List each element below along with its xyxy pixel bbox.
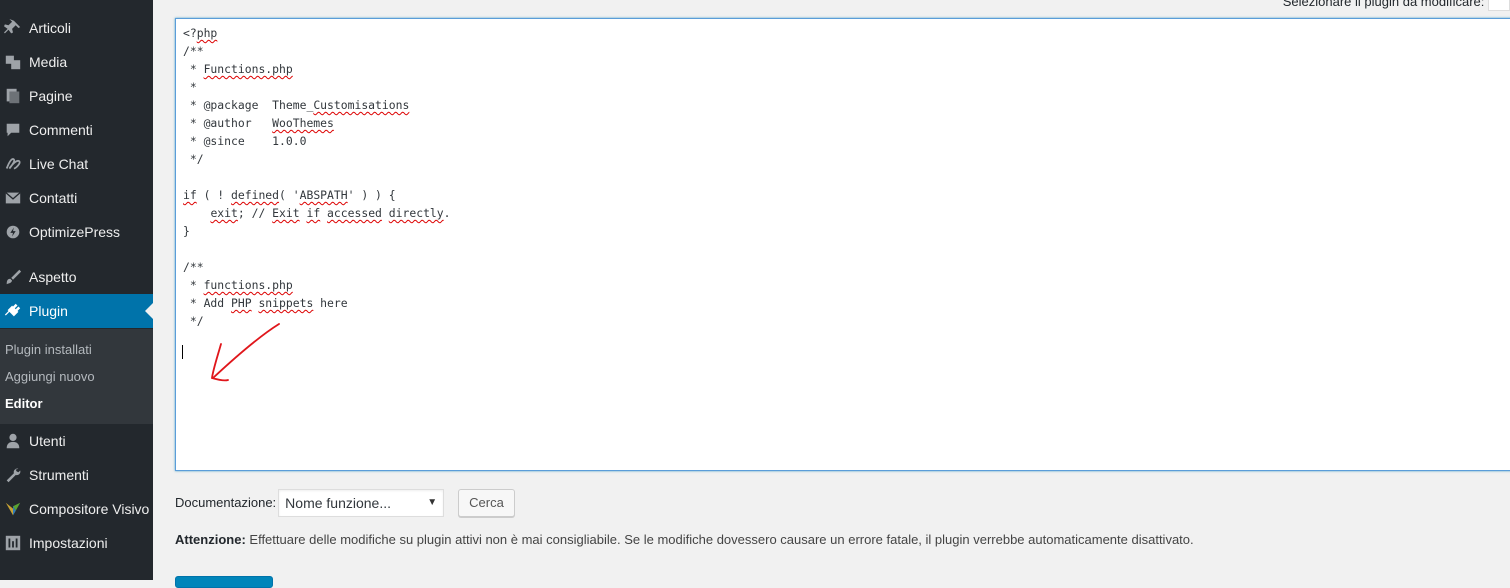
menu-label: Pagine xyxy=(29,88,73,104)
submenu-item-plugin-installati[interactable]: Plugin installati xyxy=(5,342,92,357)
menu-label: Plugin xyxy=(29,303,68,319)
menu-label: OptimizePress xyxy=(29,224,121,240)
paintbrush-icon xyxy=(3,267,23,287)
menu-item-live-chat[interactable]: Live Chat xyxy=(0,147,153,181)
submenu-item-editor[interactable]: Editor xyxy=(5,396,43,411)
annotation-arrow-icon xyxy=(211,323,280,382)
warning-title: Attenzione: xyxy=(175,532,246,547)
menu-item-compositore-visivo[interactable]: Compositore Visivo xyxy=(0,492,153,526)
code-line: /** xyxy=(183,260,204,274)
code-line: * @since 1.0.0 xyxy=(183,134,307,148)
text-caret xyxy=(182,345,183,359)
menu-item-plugin[interactable]: Plugin xyxy=(0,294,153,328)
envelope-icon xyxy=(3,188,23,208)
menu-label: Aspetto xyxy=(29,269,77,285)
code-line: */ xyxy=(183,314,204,328)
plugin-icon xyxy=(3,301,23,321)
menu-label: Strumenti xyxy=(29,467,89,483)
pushpin-icon xyxy=(3,18,23,38)
code-line: */ xyxy=(183,152,204,166)
users-icon xyxy=(3,431,23,451)
settings-icon xyxy=(3,533,23,553)
media-icon xyxy=(3,52,23,72)
warning-text: Effettuare delle modifiche su plugin att… xyxy=(245,532,1194,547)
code-content[interactable]: <?php /** * Functions.php * * @package T… xyxy=(183,24,451,330)
code-line: <?php xyxy=(183,26,218,40)
active-indicator xyxy=(145,303,153,319)
code-line: * @author WooThemes xyxy=(183,116,334,130)
menu-item-media[interactable]: Media xyxy=(0,45,153,79)
plugin-select[interactable] xyxy=(1488,0,1510,11)
function-select[interactable]: Nome funzione... ▼ xyxy=(278,488,445,517)
comments-icon xyxy=(3,120,23,140)
menu-item-articoli[interactable]: Articoli xyxy=(0,11,153,45)
submenu-item-aggiungi-nuovo[interactable]: Aggiungi nuovo xyxy=(5,369,95,384)
menu-label: Media xyxy=(29,54,68,70)
menu-label: Live Chat xyxy=(29,156,89,172)
code-line: * Functions.php xyxy=(183,62,293,76)
pages-icon xyxy=(3,86,23,106)
visual-composer-icon xyxy=(3,499,23,519)
menu-item-contatti[interactable]: Contatti xyxy=(0,181,153,215)
menu-item-optimizepress[interactable]: OptimizePress xyxy=(0,215,153,249)
admin-sidebar: Articoli Media Pagine Commenti Live Chat… xyxy=(0,0,153,580)
warning-notice: Attenzione: Effettuare delle modifiche s… xyxy=(175,532,1194,547)
menu-item-impostazioni[interactable]: Impostazioni xyxy=(0,526,153,560)
documentation-label: Documentazione: xyxy=(175,495,277,510)
code-line: exit; // Exit if accessed directly. xyxy=(210,206,451,220)
code-line: * Add PHP snippets here xyxy=(183,296,348,310)
menu-item-aspetto[interactable]: Aspetto xyxy=(0,260,153,294)
menu-label: Utenti xyxy=(29,433,66,449)
code-line: * functions.php xyxy=(183,278,293,292)
chevron-down-icon: ▼ xyxy=(427,497,438,508)
menu-item-strumenti[interactable]: Strumenti xyxy=(0,458,153,492)
menu-label: Contatti xyxy=(29,190,78,206)
menu-label: Compositore Visivo xyxy=(29,501,150,517)
plugin-submenu: Plugin installati Aggiungi nuovo Editor xyxy=(0,329,153,424)
plugin-select-area: Selezionare il plugin da modificare: xyxy=(1283,0,1510,11)
update-file-button[interactable] xyxy=(175,576,273,588)
menu-label: Impostazioni xyxy=(29,535,108,551)
menu-item-commenti[interactable]: Commenti xyxy=(0,113,153,147)
plugin-select-label: Selezionare il plugin da modificare: xyxy=(1282,0,1485,9)
code-editor[interactable]: <?php /** * Functions.php * * @package T… xyxy=(175,18,1510,471)
code-line: } xyxy=(183,224,190,238)
menu-label: Commenti xyxy=(29,122,93,138)
menu-item-pagine[interactable]: Pagine xyxy=(0,79,153,113)
code-line: * xyxy=(183,80,197,94)
code-line: if ( ! defined( 'ABSPATH' ) ) { xyxy=(183,188,396,202)
search-button[interactable]: Cerca xyxy=(458,488,515,517)
documentation-row: Documentazione: Nome funzione... ▼ Cerca xyxy=(175,488,515,517)
wrench-icon xyxy=(3,465,23,485)
function-select-value: Nome funzione... xyxy=(285,494,392,511)
menu-label: Articoli xyxy=(29,20,72,36)
optimizepress-icon xyxy=(3,222,23,242)
code-line: * @package Theme_Customisations xyxy=(183,98,410,112)
livechat-icon xyxy=(3,154,23,174)
menu-item-utenti[interactable]: Utenti xyxy=(0,424,153,458)
code-line: /** xyxy=(183,44,204,58)
